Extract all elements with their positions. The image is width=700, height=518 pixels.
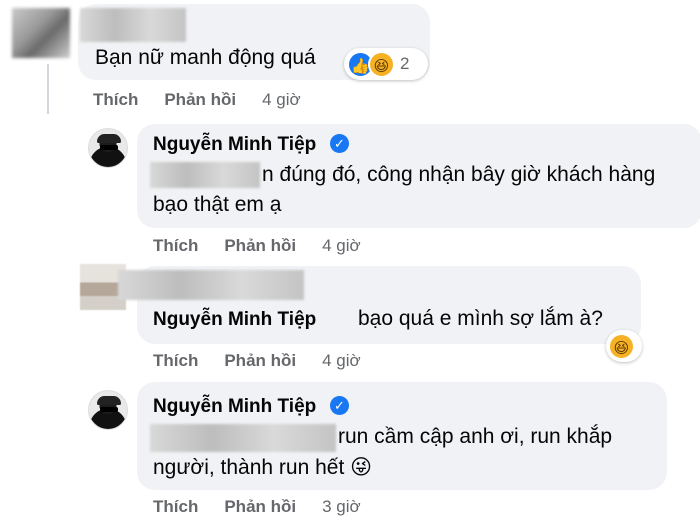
mentioned-user[interactable]: Nguyễn Minh Tiệp bbox=[153, 309, 316, 331]
author-name[interactable]: Nguyễn Minh Tiệp bbox=[153, 396, 316, 418]
timestamp[interactable]: 4 giờ bbox=[262, 90, 301, 109]
avatar[interactable] bbox=[12, 8, 70, 58]
reaction-summary[interactable]: 👍 😆 2 bbox=[344, 48, 428, 80]
reply-button[interactable]: Phản hồi bbox=[224, 497, 296, 516]
timestamp[interactable]: 3 giờ bbox=[322, 497, 361, 516]
avatar[interactable] bbox=[88, 390, 128, 430]
comment-text: bạo quá e mình sợ lắm à? bbox=[358, 307, 603, 330]
timestamp[interactable]: 4 giờ bbox=[322, 351, 361, 370]
like-button[interactable]: Thích bbox=[153, 497, 198, 516]
comment-actions: Thích Phản hồi 4 giờ bbox=[93, 90, 327, 110]
reply-button[interactable]: Phản hồi bbox=[224, 351, 296, 370]
thread-line bbox=[47, 64, 49, 114]
reaction-count: 2 bbox=[400, 54, 410, 73]
haha-icon: 😆 bbox=[368, 50, 395, 78]
comment-text-line1: run cầm cập anh ơi, run khắp bbox=[338, 425, 613, 448]
comment-text-line2: người, thành run hết 😜 bbox=[153, 456, 373, 479]
redacted-tag bbox=[150, 424, 336, 452]
like-button[interactable]: Thích bbox=[153, 236, 198, 255]
comment-actions: Thích Phản hồi 3 giờ bbox=[153, 497, 387, 517]
like-button[interactable]: Thích bbox=[153, 351, 198, 370]
comment-text-line2: bạo thật em ạ bbox=[153, 193, 282, 216]
comment-text: Bạn nữ manh động quá bbox=[95, 46, 316, 69]
verified-badge-icon: ✓ bbox=[330, 396, 349, 415]
comment-text-line1: n đúng đó, công nhận bây giờ khách hàng bbox=[262, 163, 656, 186]
timestamp[interactable]: 4 giờ bbox=[322, 236, 361, 255]
author-name[interactable]: Nguyễn Minh Tiệp bbox=[153, 134, 316, 156]
haha-icon: 😆 bbox=[608, 332, 635, 360]
reply-button[interactable]: Phản hồi bbox=[224, 236, 296, 255]
comment-actions: Thích Phản hồi 4 giờ bbox=[153, 351, 387, 371]
like-button[interactable]: Thích bbox=[93, 90, 138, 109]
reply-button[interactable]: Phản hồi bbox=[164, 90, 236, 109]
avatar[interactable] bbox=[88, 128, 128, 168]
redacted-author-name bbox=[80, 8, 186, 42]
redacted-tag bbox=[150, 162, 260, 188]
reaction-summary[interactable]: 😆 bbox=[606, 330, 642, 362]
redacted-author-name bbox=[118, 270, 304, 300]
comment-actions: Thích Phản hồi 4 giờ bbox=[153, 236, 387, 256]
verified-badge-icon: ✓ bbox=[330, 134, 349, 153]
